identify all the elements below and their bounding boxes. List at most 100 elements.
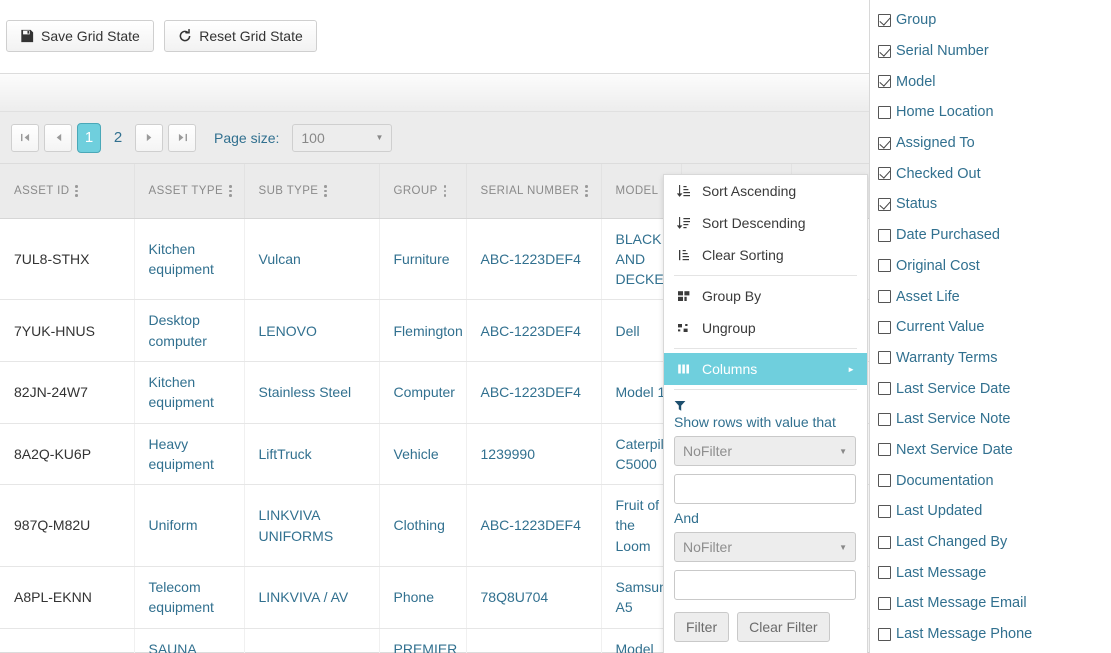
checkbox-icon[interactable] [878,167,891,180]
cell-group[interactable]: Clothing [379,485,466,567]
column-toggle-last-service-date[interactable]: Last Service Date [878,373,1111,404]
cell-group[interactable]: PREMIER LINE [379,628,466,653]
checkbox-icon[interactable] [878,321,891,334]
column-header-sub-type[interactable]: SUB TYPE [244,164,379,218]
checkbox-icon[interactable] [878,474,891,487]
cell-sub-type[interactable]: LENOVO [244,300,379,362]
column-header-asset-id[interactable]: ASSET ID [0,164,134,218]
column-header-asset-type[interactable]: ASSET TYPE [134,164,244,218]
menu-item-columns[interactable]: Columns ► [664,353,867,385]
save-grid-state-button[interactable]: Save Grid State [6,20,154,52]
cell-asset-type[interactable]: SAUNA KEYPAD [134,628,244,653]
column-toggle-current-value[interactable]: Current Value [878,312,1111,343]
column-toggle-original-cost[interactable]: Original Cost [878,251,1111,282]
checkbox-icon[interactable] [878,443,891,456]
checkbox-icon[interactable] [878,597,891,610]
column-toggle-warranty-terms[interactable]: Warranty Terms [878,343,1111,374]
cell-asset-type[interactable]: Desktop computer [134,300,244,362]
filter-value-1-input[interactable] [674,474,856,504]
cell-group[interactable]: Flemington [379,300,466,362]
checkbox-icon[interactable] [878,566,891,579]
column-menu-icon[interactable] [229,183,232,199]
column-toggle-last-message[interactable]: Last Message [878,557,1111,588]
checkbox-icon[interactable] [878,351,891,364]
cell-serial-number[interactable]: 1239990 [466,423,601,485]
column-header-serial-number[interactable]: SERIAL NUMBER [466,164,601,218]
column-toggle-group[interactable]: Group [878,5,1111,36]
cell-asset-type[interactable]: Heavy equipment [134,423,244,485]
cell-group[interactable]: Furniture [379,218,466,300]
column-menu-icon[interactable] [324,183,327,199]
checkbox-icon[interactable] [878,536,891,549]
cell-serial-number[interactable]: ABC-1223DEF4 [466,361,601,423]
checkbox-icon[interactable] [878,106,891,119]
prev-page-button[interactable] [44,124,72,152]
cell-serial-number[interactable]: ABC-1223DEF4 [466,300,601,362]
column-toggle-checked-out[interactable]: Checked Out [878,158,1111,189]
column-toggle-status[interactable]: Status [878,189,1111,220]
column-toggle-last-message-phone[interactable]: Last Message Phone [878,619,1111,650]
menu-item-group-by[interactable]: Group By [664,280,867,312]
checkbox-icon[interactable] [878,45,891,58]
checkbox-icon[interactable] [878,505,891,518]
column-toggle-last-message-email[interactable]: Last Message Email [878,588,1111,619]
checkbox-icon[interactable] [878,382,891,395]
column-toggle-documentation[interactable]: Documentation [878,465,1111,496]
cell-serial-number[interactable]: 78Q8U704 [466,567,601,629]
column-toggle-last-updated[interactable]: Last Updated [878,496,1111,527]
checkbox-icon[interactable] [878,198,891,211]
cell-serial-number[interactable]: ABC-1223DEF4 [466,218,601,300]
checkbox-icon[interactable] [878,75,891,88]
column-menu-icon[interactable] [75,183,78,199]
column-toggle-date-purchased[interactable]: Date Purchased [878,220,1111,251]
cell-asset-type[interactable]: Kitchen equipment [134,218,244,300]
checkbox-icon[interactable] [878,137,891,150]
cell-group[interactable]: Vehicle [379,423,466,485]
column-toggle-serial-number[interactable]: Serial Number [878,36,1111,67]
first-page-button[interactable] [11,124,39,152]
column-toggle-last-service-note[interactable]: Last Service Note [878,404,1111,435]
filter-button[interactable]: Filter [674,612,729,642]
checkbox-icon[interactable] [878,14,891,27]
last-page-button[interactable] [168,124,196,152]
menu-item-clear-sorting[interactable]: Clear Sorting [664,239,867,271]
column-toggle-partial[interactable] [878,649,1111,653]
checkbox-icon[interactable] [878,413,891,426]
cell-asset-type[interactable]: Kitchen equipment [134,361,244,423]
page-number-1[interactable]: 1 [77,123,101,153]
cell-serial-number[interactable]: Computer [466,628,601,653]
column-menu-icon[interactable] [444,183,447,199]
reset-grid-state-button[interactable]: Reset Grid State [164,20,317,52]
cell-sub-type[interactable]: Department 2 [244,628,379,653]
cell-serial-number[interactable]: ABC-1223DEF4 [466,485,601,567]
menu-item-sort-descending[interactable]: Sort Descending [664,207,867,239]
checkbox-icon[interactable] [878,628,891,641]
cell-asset-type[interactable]: Uniform [134,485,244,567]
checkbox-icon[interactable] [878,229,891,242]
next-page-button[interactable] [135,124,163,152]
cell-sub-type[interactable]: LINKVIVA / AV [244,567,379,629]
column-toggle-model[interactable]: Model [878,66,1111,97]
column-menu-icon[interactable] [585,183,588,199]
filter-operator-1-select[interactable]: NoFilter ▼ [674,436,856,466]
checkbox-icon[interactable] [878,259,891,272]
cell-sub-type[interactable]: Stainless Steel [244,361,379,423]
cell-sub-type[interactable]: Vulcan [244,218,379,300]
cell-asset-type[interactable]: Telecom equipment [134,567,244,629]
column-toggle-home-location[interactable]: Home Location [878,97,1111,128]
clear-filter-button[interactable]: Clear Filter [737,612,829,642]
column-toggle-last-changed-by[interactable]: Last Changed By [878,527,1111,558]
cell-group[interactable]: Computer [379,361,466,423]
menu-item-ungroup[interactable]: Ungroup [664,312,867,344]
page-number-2[interactable]: 2 [106,123,130,153]
column-header-group[interactable]: GROUP [379,164,466,218]
cell-group[interactable]: Phone [379,567,466,629]
cell-sub-type[interactable]: LINKVIVA UNIFORMS [244,485,379,567]
filter-operator-2-select[interactable]: NoFilter ▼ [674,532,856,562]
menu-item-sort-ascending[interactable]: Sort Ascending [664,175,867,207]
column-toggle-next-service-date[interactable]: Next Service Date [878,435,1111,466]
checkbox-icon[interactable] [878,290,891,303]
column-toggle-assigned-to[interactable]: Assigned To [878,128,1111,159]
cell-sub-type[interactable]: LiftTruck [244,423,379,485]
column-toggle-asset-life[interactable]: Asset Life [878,281,1111,312]
